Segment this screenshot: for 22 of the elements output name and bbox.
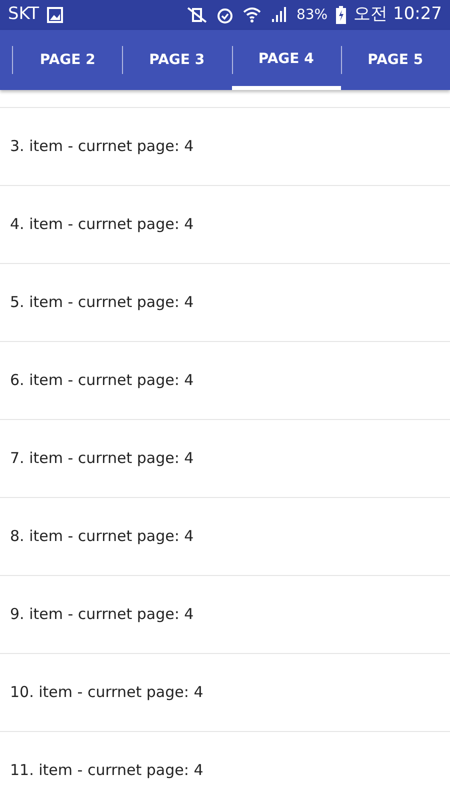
signal-icon — [270, 6, 288, 24]
list-item[interactable]: 4. item - currnet page: 4 — [10, 213, 194, 236]
wifi-icon — [242, 6, 262, 24]
carrier-text: SKT — [8, 3, 40, 26]
vibrate-mute-icon — [186, 6, 208, 24]
tab[interactable]: PAGE 5 — [340, 30, 450, 90]
list-item[interactable]: 7. item - currnet page: 4 — [10, 447, 194, 470]
battery-charging-icon — [336, 6, 346, 24]
list-item[interactable]: 11. item - currnet page: 4 — [10, 759, 204, 782]
list-item[interactable]: 3. item - currnet page: 4 — [10, 135, 194, 158]
list-item[interactable]: 8. item - currnet page: 4 — [10, 525, 194, 548]
tab[interactable]: PAGE 2 — [13, 30, 122, 90]
clock-text: 오전 10:27 — [354, 3, 442, 26]
image-icon — [47, 7, 64, 23]
list-item[interactable]: 5. item - currnet page: 4 — [10, 291, 194, 314]
list-item[interactable]: 6. item - currnet page: 4 — [10, 369, 194, 392]
list-item[interactable]: 10. item - currnet page: 4 — [10, 681, 204, 704]
tab[interactable]: PAGE 3 — [122, 30, 232, 90]
alarm-icon — [216, 6, 234, 24]
list-item[interactable]: 9. item - currnet page: 4 — [10, 603, 194, 626]
battery-text: 83% — [296, 6, 328, 24]
tab[interactable]: PAGE 4 — [232, 30, 341, 90]
